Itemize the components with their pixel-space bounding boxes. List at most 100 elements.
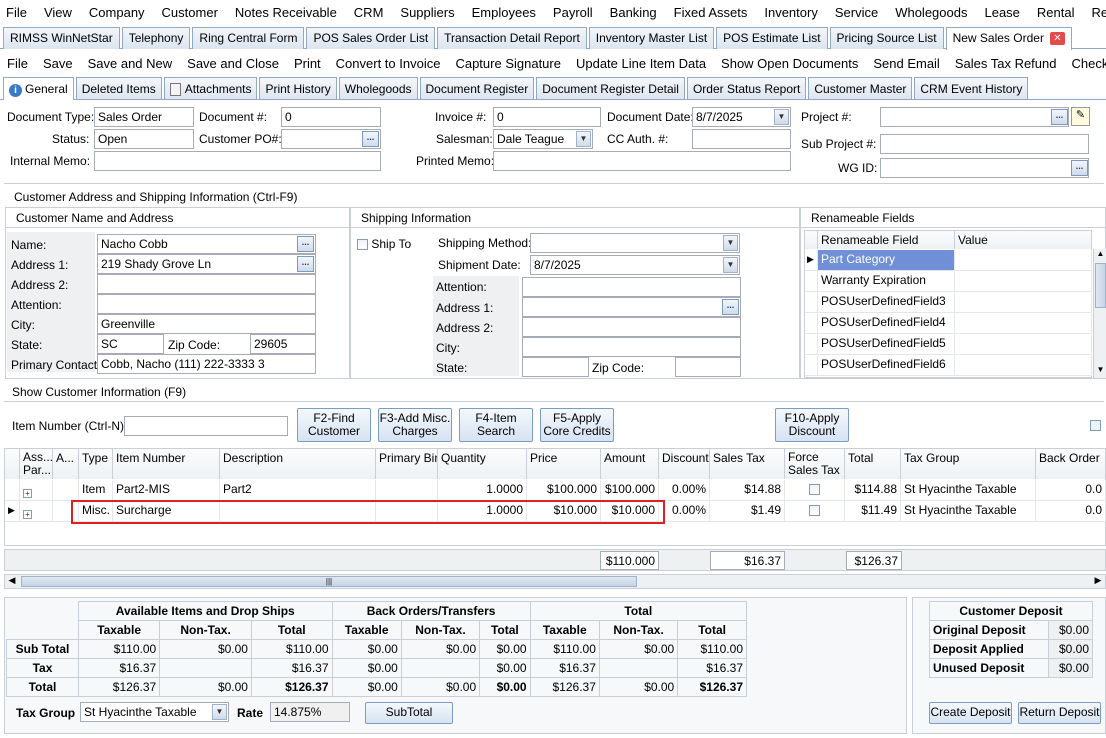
- renameable-value[interactable]: [955, 355, 1092, 376]
- table-cell-sales-tax[interactable]: $1.49: [710, 501, 785, 522]
- chevron-down-icon[interactable]: ▼: [723, 257, 738, 273]
- menu-inventory[interactable]: Inventory: [764, 5, 817, 20]
- col-tax-group[interactable]: Tax Group: [901, 449, 1036, 479]
- tab-new-sales-order[interactable]: New Sales Order ✕: [945, 27, 1072, 50]
- tab-document-register[interactable]: Document Register: [419, 77, 535, 99]
- attention-field[interactable]: [97, 294, 316, 314]
- renameable-value[interactable]: [955, 334, 1092, 355]
- apply-discount-button[interactable]: F10-Apply Discount: [775, 408, 849, 442]
- item-number-input[interactable]: [124, 416, 288, 436]
- col-assembly-parent[interactable]: Ass... Par...: [20, 449, 53, 479]
- project-lookup-button[interactable]: ...: [1051, 109, 1068, 125]
- table-row-expand[interactable]: +: [20, 480, 53, 501]
- printed-memo-field[interactable]: [493, 151, 791, 171]
- print-button[interactable]: Print: [294, 56, 321, 71]
- sales-tax-refund-button[interactable]: Sales Tax Refund: [955, 56, 1057, 71]
- tab-transaction-detail-report[interactable]: Transaction Detail Report: [437, 27, 587, 49]
- menu-crm[interactable]: CRM: [354, 5, 384, 20]
- table-cell-total[interactable]: $11.49: [845, 501, 901, 522]
- shipping-method-dropdown[interactable]: ▼: [530, 233, 740, 253]
- project-field[interactable]: [880, 107, 1069, 127]
- create-deposit-button[interactable]: Create Deposit: [929, 702, 1012, 724]
- salesman-dropdown[interactable]: Dale Teague ▼: [493, 129, 593, 149]
- scroll-thumb[interactable]: [1095, 263, 1106, 308]
- apply-core-credits-button[interactable]: F5-Apply Core Credits: [540, 408, 614, 442]
- tax-group-dropdown[interactable]: St Hyacinthe Taxable ▼: [80, 702, 229, 722]
- shipment-date-picker[interactable]: 8/7/2025 ▼: [530, 255, 740, 275]
- cc-auth-field[interactable]: [692, 129, 791, 149]
- document-number-field[interactable]: 0: [281, 107, 381, 127]
- check-oos-button[interactable]: Check OOS: [1072, 56, 1106, 71]
- chevron-down-icon[interactable]: ▼: [723, 235, 738, 251]
- force-sales-tax-checkbox[interactable]: [785, 480, 845, 501]
- menu-payroll[interactable]: Payroll: [553, 5, 593, 20]
- table-cell-back-order[interactable]: 0.0: [1036, 480, 1106, 501]
- update-line-item-data-button[interactable]: Update Line Item Data: [576, 56, 706, 71]
- menu-reports[interactable]: Reports: [1091, 5, 1106, 20]
- internal-memo-field[interactable]: [94, 151, 381, 171]
- ship-city-field[interactable]: [522, 337, 741, 357]
- menu-lease[interactable]: Lease: [984, 5, 1019, 20]
- customer-po-lookup-button[interactable]: ...: [362, 131, 379, 147]
- renameable-row[interactable]: POSUserDefinedField4: [818, 313, 955, 334]
- col-item-number[interactable]: Item Number: [113, 449, 220, 479]
- table-cell-item-number[interactable]: Part2-MIS: [113, 480, 220, 501]
- menu-file[interactable]: File: [6, 5, 27, 20]
- menu-banking[interactable]: Banking: [610, 5, 657, 20]
- capture-signature-button[interactable]: Capture Signature: [455, 56, 561, 71]
- customer-section-title[interactable]: Customer Address and Shipping Informatio…: [14, 190, 297, 204]
- address1-field[interactable]: 219 Shady Grove Ln: [97, 254, 316, 274]
- menu-notes-receivable[interactable]: Notes Receivable: [235, 5, 337, 20]
- customer-name-field[interactable]: Nacho Cobb: [97, 234, 316, 254]
- tab-rimss-winnetstar[interactable]: RIMSS WinNetStar: [3, 27, 120, 49]
- grid-options-checkbox[interactable]: [1090, 420, 1101, 431]
- wg-id-field[interactable]: [880, 158, 1089, 178]
- menu-suppliers[interactable]: Suppliers: [400, 5, 454, 20]
- toolbar-file[interactable]: File: [7, 56, 28, 71]
- renameable-row[interactable]: POSUserDefinedField6: [818, 355, 955, 376]
- tab-print-history[interactable]: Print History: [259, 77, 337, 99]
- renameable-row[interactable]: POSUserDefinedField5: [818, 334, 955, 355]
- col-type[interactable]: Type: [79, 449, 113, 479]
- table-cell-total[interactable]: $114.88: [845, 480, 901, 501]
- invoice-number-field[interactable]: 0: [493, 107, 601, 127]
- ship-state-field[interactable]: [522, 357, 589, 377]
- col-back-order[interactable]: Back Order: [1036, 449, 1106, 479]
- renameable-value[interactable]: [955, 271, 1092, 292]
- table-row-expand[interactable]: +: [20, 501, 53, 522]
- state-field[interactable]: SC: [97, 334, 164, 354]
- force-sales-tax-checkbox[interactable]: [785, 501, 845, 522]
- tab-document-register-detail[interactable]: Document Register Detail: [536, 77, 685, 99]
- menu-wholegoods[interactable]: Wholegoods: [895, 5, 967, 20]
- col-quantity[interactable]: Quantity: [438, 449, 527, 479]
- tab-order-status-report[interactable]: Order Status Report: [686, 77, 807, 99]
- tab-pricing-source-list[interactable]: Pricing Source List: [829, 27, 944, 49]
- chevron-down-icon[interactable]: ▼: [576, 131, 591, 147]
- address-lookup-button[interactable]: ...: [297, 256, 314, 272]
- col-total[interactable]: Total: [845, 449, 901, 479]
- table-cell-back-order[interactable]: 0.0: [1036, 501, 1106, 522]
- tab-wholegoods[interactable]: Wholegoods: [338, 77, 418, 99]
- city-field[interactable]: Greenville: [97, 314, 316, 334]
- tab-telephony[interactable]: Telephony: [121, 27, 191, 49]
- ship-address1-field[interactable]: [522, 297, 741, 317]
- col-force-sales-tax[interactable]: Force Sales Tax: [785, 449, 845, 479]
- menu-fixed-assets[interactable]: Fixed Assets: [674, 5, 748, 20]
- scrollbar[interactable]: ▲ ▼: [1093, 249, 1106, 378]
- menu-rental[interactable]: Rental: [1037, 5, 1075, 20]
- renameable-row[interactable]: Warranty Expiration: [818, 271, 955, 292]
- scroll-left-icon[interactable]: ◀: [5, 575, 19, 588]
- table-cell-tax-group[interactable]: St Hyacinthe Taxable: [901, 480, 1036, 501]
- table-cell-discount[interactable]: 0.00%: [659, 480, 710, 501]
- tab-pos-estimate-list[interactable]: POS Estimate List: [716, 27, 828, 49]
- tab-deleted-items[interactable]: Deleted Items: [75, 77, 162, 99]
- table-cell-primary-bin[interactable]: [376, 480, 438, 501]
- menu-company[interactable]: Company: [89, 5, 145, 20]
- edit-note-icon[interactable]: ✎: [1071, 107, 1090, 126]
- renameable-row[interactable]: Part Category: [818, 250, 955, 271]
- sub-project-field[interactable]: [880, 134, 1089, 154]
- save-and-close-button[interactable]: Save and Close: [187, 56, 279, 71]
- save-and-new-button[interactable]: Save and New: [88, 56, 173, 71]
- return-deposit-button[interactable]: Return Deposit: [1018, 702, 1101, 724]
- col-amount[interactable]: Amount: [601, 449, 659, 479]
